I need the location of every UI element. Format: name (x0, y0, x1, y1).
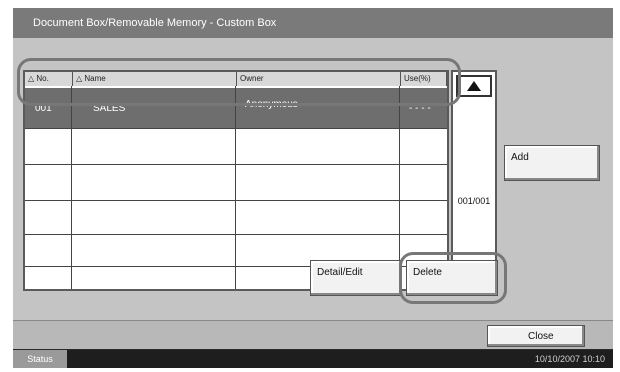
close-button[interactable]: Close (487, 325, 585, 347)
bottom-bar: Close (13, 320, 613, 349)
row-divider (25, 234, 447, 235)
highlight-oval-row (17, 58, 461, 106)
page-title: Document Box/Removable Memory - Custom B… (33, 17, 277, 29)
status-bar: Status 10/10/2007 10:10 (13, 350, 613, 368)
main-screen: △ No. △ Name Owner Use(%) 001 SALES Anon… (13, 38, 613, 320)
add-button[interactable]: Add (504, 145, 600, 181)
highlight-oval-delete (399, 252, 507, 304)
detail-edit-button[interactable]: Detail/Edit (310, 260, 402, 296)
status-button[interactable]: Status (13, 350, 67, 368)
arrow-up-icon (467, 81, 481, 91)
table-row[interactable] (25, 164, 447, 200)
row-divider (25, 200, 447, 201)
page-indicator: 001/001 (457, 196, 491, 206)
row-divider (25, 128, 447, 129)
device-panel: Document Box/Removable Memory - Custom B… (13, 8, 613, 368)
datetime: 10/10/2007 10:10 (534, 354, 605, 364)
title-bar: Document Box/Removable Memory - Custom B… (13, 8, 613, 39)
scroll-up-button[interactable] (456, 75, 492, 97)
